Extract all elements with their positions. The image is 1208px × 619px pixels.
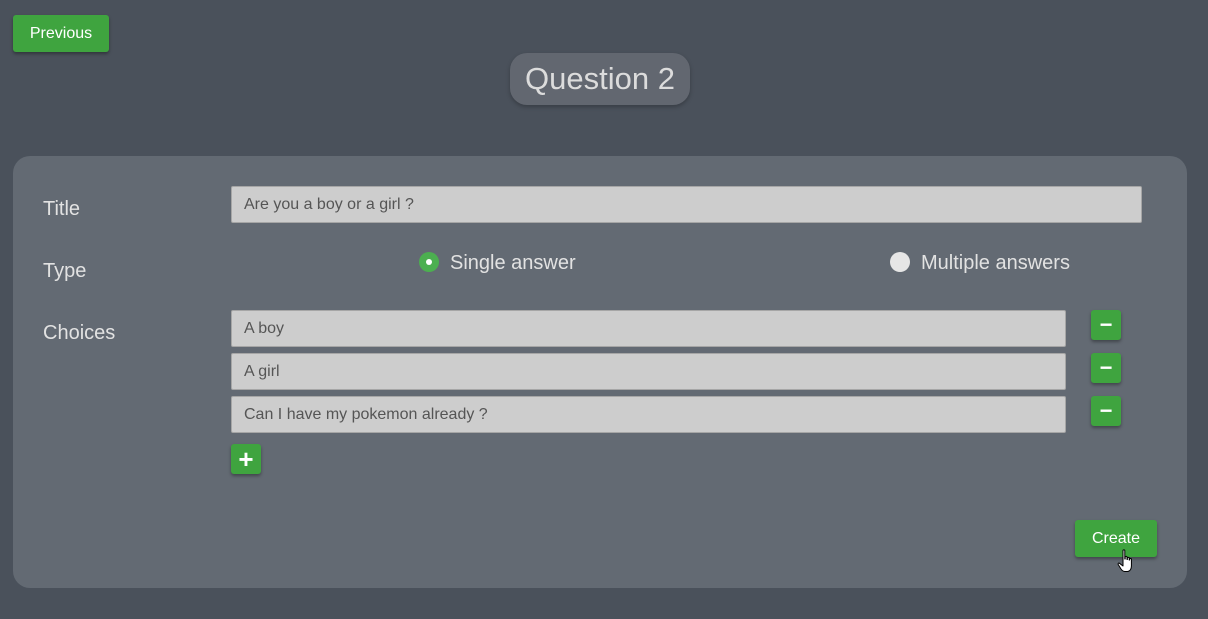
radio-unchecked-icon[interactable]: [890, 251, 910, 272]
title-input[interactable]: [231, 186, 1142, 223]
title-label: Title: [43, 198, 81, 220]
question-heading: Question 2: [510, 53, 690, 105]
remove-choice-2-button[interactable]: −: [1091, 353, 1121, 383]
type-label: Type: [43, 260, 87, 282]
radio-multiple-answers-label: Multiple answers: [921, 252, 1070, 274]
radio-single-answer[interactable]: Single answer: [419, 250, 576, 274]
remove-choice-3-button[interactable]: −: [1091, 396, 1121, 426]
create-button[interactable]: Create: [1075, 520, 1157, 557]
radio-multiple-answers[interactable]: Multiple answers: [890, 250, 1070, 274]
question-form-panel: Title Type Single answer Multiple answer…: [13, 156, 1187, 588]
choice-input-3[interactable]: [231, 396, 1066, 433]
choice-input-2[interactable]: [231, 353, 1066, 390]
radio-checked-icon[interactable]: [419, 251, 439, 272]
add-choice-button[interactable]: +: [231, 444, 261, 474]
choices-label: Choices: [43, 322, 116, 344]
previous-button[interactable]: Previous: [13, 15, 109, 52]
remove-choice-1-button[interactable]: −: [1091, 310, 1121, 340]
choice-input-1[interactable]: [231, 310, 1066, 347]
radio-single-answer-label: Single answer: [450, 252, 576, 274]
